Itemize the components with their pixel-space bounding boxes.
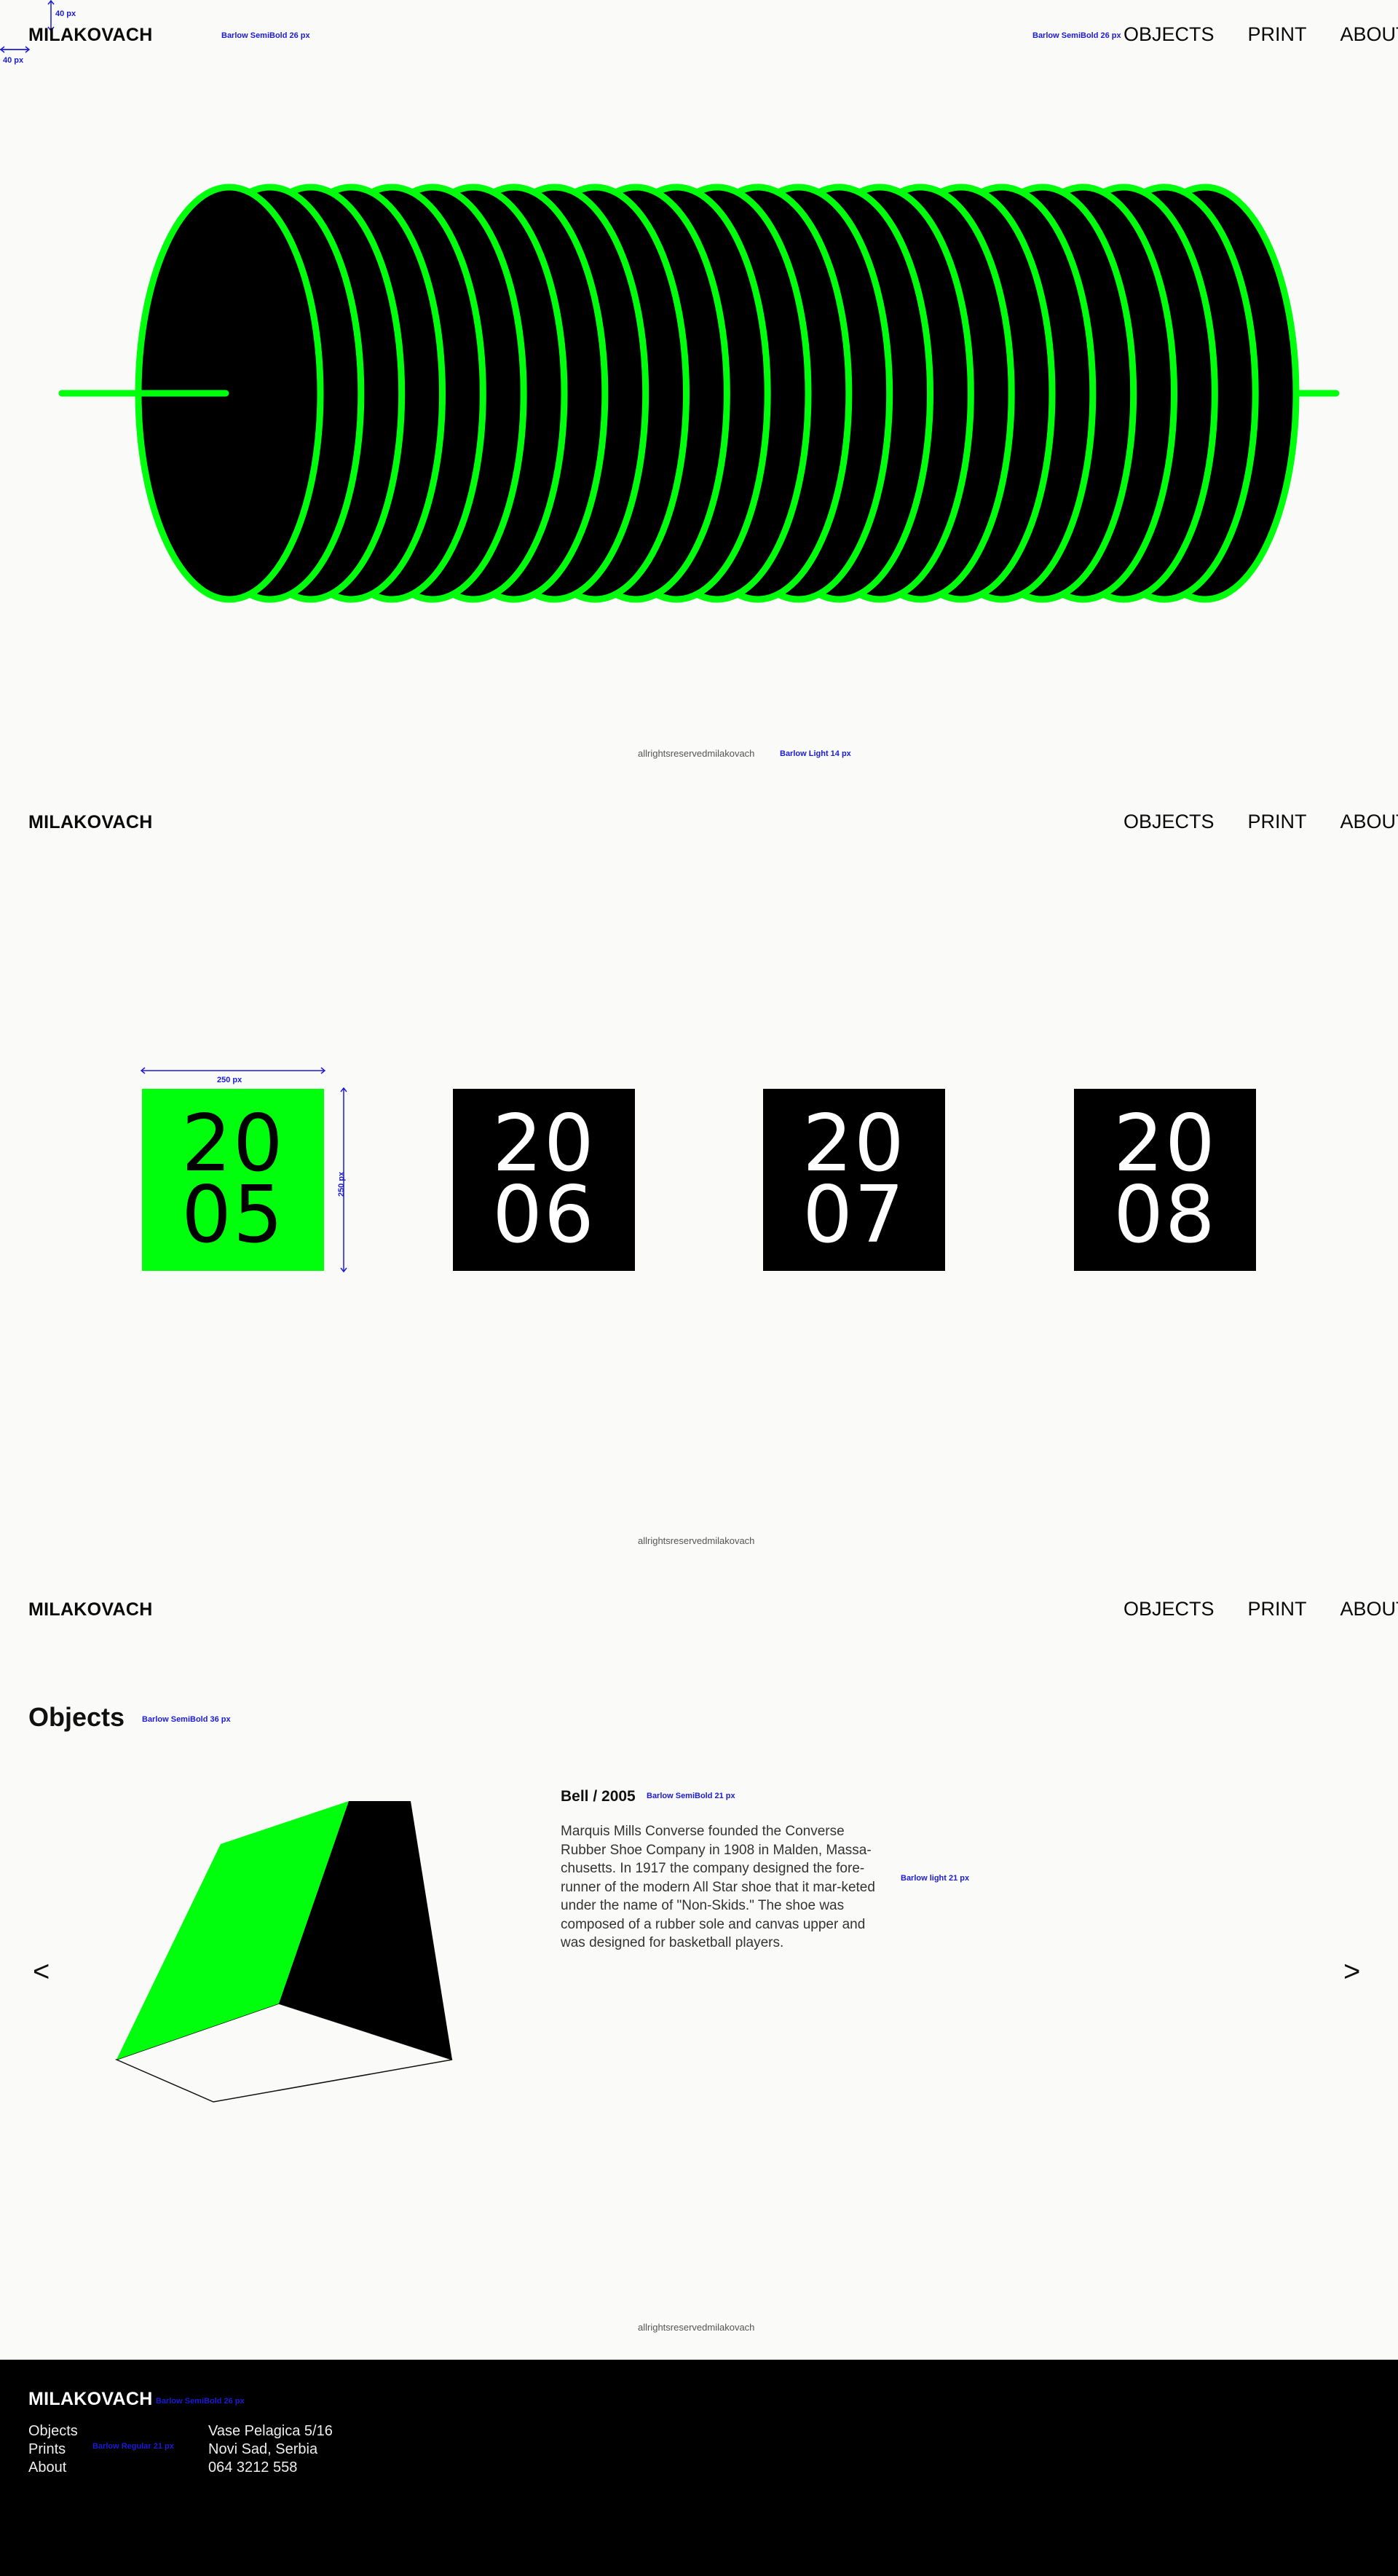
footer-link-prints[interactable]: Prints bbox=[28, 2441, 78, 2459]
box-width-label: 250 px bbox=[217, 1076, 242, 1084]
box-width-guide bbox=[141, 1067, 326, 1074]
phone-number: 064 3212 558 bbox=[208, 2459, 298, 2475]
margin-left-label: 40 px bbox=[3, 56, 24, 65]
object-bell-illustration[interactable] bbox=[109, 1792, 459, 2105]
nav-objects[interactable]: OBJECTS bbox=[1123, 811, 1215, 833]
nav-print[interactable]: PRINT bbox=[1248, 1598, 1307, 1620]
main-nav: OBJECTS PRINT ABOUT bbox=[1123, 811, 1398, 833]
nav-print[interactable]: PRINT bbox=[1248, 811, 1307, 833]
footer-list-font-annotation: Barlow Regular 21 px bbox=[92, 2442, 174, 2451]
year-2008-box[interactable]: 20 08 bbox=[1074, 1089, 1256, 1271]
object-title: Bell / 2005 bbox=[561, 1788, 636, 1805]
nav-objects[interactable]: OBJECTS bbox=[1123, 23, 1215, 46]
address-street: Vase Pelagica 5/16 bbox=[208, 2423, 333, 2439]
box-height-label: 250 px bbox=[337, 1171, 347, 1197]
main-nav: OBJECTS PRINT ABOUT bbox=[1123, 1598, 1398, 1620]
coil-illustration bbox=[58, 184, 1340, 603]
nav-about[interactable]: ABOUT bbox=[1340, 1598, 1398, 1620]
copyright-text: allrightsreservedmilakovach bbox=[638, 748, 755, 759]
footer-address: Vase Pelagica 5/16 Novi Sad, Serbia 064 … bbox=[208, 2422, 333, 2477]
logo[interactable]: MILAKOVACH bbox=[28, 25, 153, 46]
year-2006-box[interactable]: 20 06 bbox=[453, 1089, 635, 1271]
copyright-text: allrightsreservedmilakovach bbox=[638, 1535, 755, 1546]
margin-left-guide bbox=[0, 46, 31, 53]
footer-logo[interactable]: MILAKOVACH bbox=[28, 2389, 153, 2410]
nav-print[interactable]: PRINT bbox=[1248, 23, 1307, 46]
margin-top-label: 40 px bbox=[55, 9, 76, 18]
footer-link-objects[interactable]: Objects bbox=[28, 2422, 78, 2441]
logo-font-annotation: Barlow SemiBold 26 px bbox=[221, 31, 310, 40]
footer-link-about[interactable]: About bbox=[28, 2459, 78, 2477]
nav-about[interactable]: ABOUT bbox=[1340, 811, 1398, 833]
footer: MILAKOVACH Barlow SemiBold 26 px Objects… bbox=[0, 2360, 1398, 2576]
nav-font-annotation: Barlow SemiBold 26 px bbox=[1032, 31, 1121, 40]
address-city: Novi Sad, Serbia bbox=[208, 2441, 318, 2457]
logo[interactable]: MILAKOVACH bbox=[28, 1599, 153, 1620]
copyright-text: allrightsreservedmilakovach bbox=[638, 2322, 755, 2333]
prev-arrow-button[interactable]: < bbox=[33, 1955, 50, 1988]
object-description: Marquis Mills Converse founded the Conve… bbox=[561, 1824, 875, 1950]
nav-objects[interactable]: OBJECTS bbox=[1123, 1598, 1215, 1620]
year-bottom: 08 bbox=[1113, 1170, 1217, 1261]
main-nav: OBJECTS PRINT ABOUT bbox=[1123, 23, 1398, 46]
page-title: Objects bbox=[28, 1702, 125, 1732]
year-2007-box[interactable]: 20 07 bbox=[763, 1089, 945, 1271]
footer-links: Objects Prints About bbox=[28, 2422, 78, 2477]
year-bottom: 06 bbox=[492, 1170, 596, 1261]
year-2005-box[interactable]: 20 05 bbox=[142, 1089, 324, 1271]
object-desc-font-annotation: Barlow light 21 px bbox=[901, 1874, 970, 1883]
object-title-font-annotation: Barlow SemiBold 21 px bbox=[647, 1792, 735, 1800]
logo[interactable]: MILAKOVACH bbox=[28, 812, 153, 833]
nav-about[interactable]: ABOUT bbox=[1340, 23, 1398, 46]
footer-logo-font-annotation: Barlow SemiBold 26 px bbox=[156, 2397, 245, 2406]
year-bottom: 05 bbox=[181, 1170, 285, 1261]
copyright-font-annotation: Barlow Light 14 px bbox=[780, 749, 851, 758]
title-font-annotation: Barlow SemiBold 36 px bbox=[142, 1715, 231, 1724]
year-bottom: 07 bbox=[802, 1170, 906, 1261]
next-arrow-button[interactable]: > bbox=[1343, 1955, 1360, 1988]
